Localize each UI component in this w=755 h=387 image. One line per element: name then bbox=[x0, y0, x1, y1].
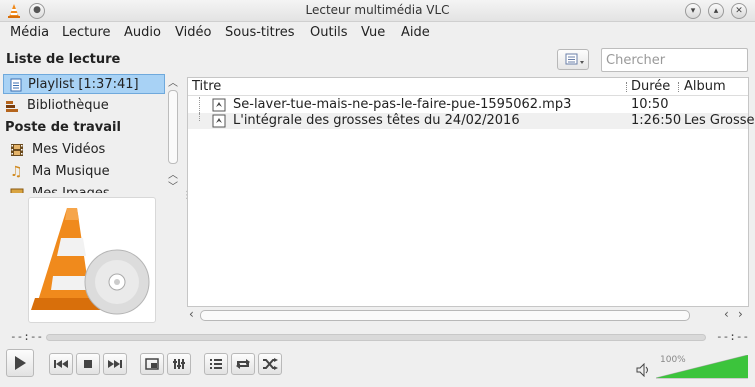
album-art bbox=[28, 197, 156, 323]
column-separator[interactable] bbox=[678, 82, 680, 92]
column-header-album[interactable]: Album bbox=[684, 78, 726, 96]
scroll-right-icon[interactable]: › bbox=[738, 307, 743, 321]
loop-button[interactable] bbox=[231, 353, 255, 375]
previous-icon bbox=[54, 360, 68, 368]
menu-help[interactable]: Aide bbox=[401, 25, 430, 40]
table-header: Titre Durée Album bbox=[188, 78, 748, 96]
seek-row: --:-- --:-- bbox=[0, 329, 755, 345]
menu-lecture[interactable]: Lecture bbox=[62, 25, 111, 40]
speaker-icon[interactable] bbox=[636, 363, 650, 377]
cell-duration: 1:26:50 bbox=[631, 113, 682, 128]
shuffle-icon bbox=[263, 358, 278, 370]
menu-bar: Média Lecture Audio Vidéo Sous-titres Ou… bbox=[0, 22, 755, 44]
cell-title: Se-laver-tue-mais-ne-pas-le-faire-pue-15… bbox=[233, 97, 572, 112]
play-icon bbox=[15, 356, 26, 370]
sidebar-section-title: Poste de travail bbox=[5, 120, 121, 135]
sidebar-item-label: Ma Musique bbox=[32, 164, 110, 179]
previous-button[interactable] bbox=[49, 353, 73, 375]
search-input[interactable] bbox=[601, 48, 748, 72]
menu-tools[interactable]: Outils bbox=[310, 25, 348, 40]
view-mode-button[interactable] bbox=[557, 49, 589, 70]
vlc-cone-cd-icon bbox=[31, 208, 150, 315]
cell-duration: 10:50 bbox=[631, 97, 669, 112]
table-row[interactable]: L'intégrale des grosses têtes du 24/02/2… bbox=[188, 113, 755, 129]
title-bar: ● Lecteur multimédia VLC ▾ ▴ ✕ bbox=[0, 0, 755, 22]
scrollbar-thumb[interactable] bbox=[200, 310, 690, 321]
column-separator[interactable] bbox=[626, 82, 628, 92]
library-icon bbox=[6, 101, 18, 112]
sidebar-scrollbar[interactable]: ︿ ︿ ﹀ bbox=[167, 78, 179, 193]
playlist-header: Liste de lecture bbox=[6, 52, 121, 67]
minimize-button[interactable]: ▾ bbox=[685, 3, 701, 19]
scrollbar-thumb[interactable] bbox=[168, 90, 178, 164]
remaining-time[interactable]: --:-- bbox=[716, 330, 749, 343]
play-button[interactable] bbox=[6, 349, 34, 377]
sidebar-item-label: Bibliothèque bbox=[27, 98, 109, 113]
sidebar: Playlist [1:37:41] Bibliothèque Poste de… bbox=[3, 74, 167, 193]
fullscreen-button[interactable] bbox=[140, 353, 164, 375]
tree-line bbox=[199, 113, 209, 121]
film-icon bbox=[11, 144, 23, 156]
next-icon bbox=[108, 360, 122, 368]
music-note-icon: ♫ bbox=[10, 164, 23, 180]
seek-slider[interactable] bbox=[46, 334, 706, 341]
audio-file-icon bbox=[212, 98, 226, 112]
sidebar-item-label: Mes Vidéos bbox=[32, 142, 106, 157]
cell-title: L'intégrale des grosses têtes du 24/02/2… bbox=[233, 113, 520, 128]
scroll-left-icon[interactable]: ‹ bbox=[724, 307, 729, 321]
sidebar-item-playlist[interactable]: Playlist [1:37:41] bbox=[3, 74, 165, 94]
images-icon bbox=[10, 188, 24, 193]
column-header-title[interactable]: Titre bbox=[192, 78, 221, 96]
fullscreen-icon bbox=[145, 358, 159, 370]
close-button[interactable]: ✕ bbox=[731, 3, 747, 19]
playlist-icon bbox=[10, 78, 22, 92]
volume-percent-label: 100% bbox=[660, 355, 686, 365]
scroll-down-icon[interactable]: ﹀ bbox=[168, 178, 178, 193]
menu-video[interactable]: Vidéo bbox=[175, 25, 211, 40]
menu-audio[interactable]: Audio bbox=[124, 25, 161, 40]
sidebar-item-music[interactable]: ♫ Ma Musique bbox=[3, 162, 165, 182]
sidebar-item-label: Playlist [1:37:41] bbox=[28, 77, 139, 92]
menu-media[interactable]: Média bbox=[10, 25, 49, 40]
tree-line bbox=[199, 97, 209, 113]
audio-file-icon bbox=[212, 114, 226, 128]
sidebar-item-videos[interactable]: Mes Vidéos bbox=[3, 140, 165, 160]
scroll-up-icon[interactable]: ︿ bbox=[168, 74, 178, 89]
playlist-toggle-button[interactable] bbox=[204, 353, 228, 375]
sidebar-item-label: Mes Images bbox=[32, 184, 110, 193]
stop-button[interactable] bbox=[76, 353, 100, 375]
equalizer-icon bbox=[173, 359, 185, 369]
window-title: Lecteur multimédia VLC bbox=[305, 3, 450, 17]
stop-icon bbox=[84, 360, 92, 368]
list-view-icon bbox=[565, 53, 584, 65]
column-header-duration[interactable]: Durée bbox=[631, 78, 670, 96]
sidebar-item-images[interactable]: Mes Images bbox=[3, 184, 165, 193]
playlist-table: Titre Durée Album Se-laver-tue-mais-ne-p… bbox=[187, 77, 755, 307]
loop-icon bbox=[236, 359, 250, 369]
control-bar bbox=[0, 349, 755, 383]
table-horizontal-scrollbar[interactable]: ‹ ‹ › bbox=[188, 307, 750, 323]
shuffle-button[interactable] bbox=[258, 353, 282, 375]
menu-subtitles[interactable]: Sous-titres bbox=[225, 25, 295, 40]
next-button[interactable] bbox=[103, 353, 127, 375]
sidebar-item-library[interactable]: Bibliothèque bbox=[3, 96, 165, 116]
elapsed-time: --:-- bbox=[10, 330, 44, 343]
table-row[interactable]: Se-laver-tue-mais-ne-pas-le-faire-pue-15… bbox=[188, 97, 748, 113]
scroll-left-icon[interactable]: ‹ bbox=[189, 307, 194, 321]
extended-settings-button[interactable] bbox=[167, 353, 191, 375]
playlist-list-icon bbox=[210, 359, 222, 369]
menu-view[interactable]: Vue bbox=[361, 25, 385, 40]
maximize-button[interactable]: ▴ bbox=[708, 3, 724, 19]
cell-album: Les Grosse bbox=[684, 113, 755, 128]
